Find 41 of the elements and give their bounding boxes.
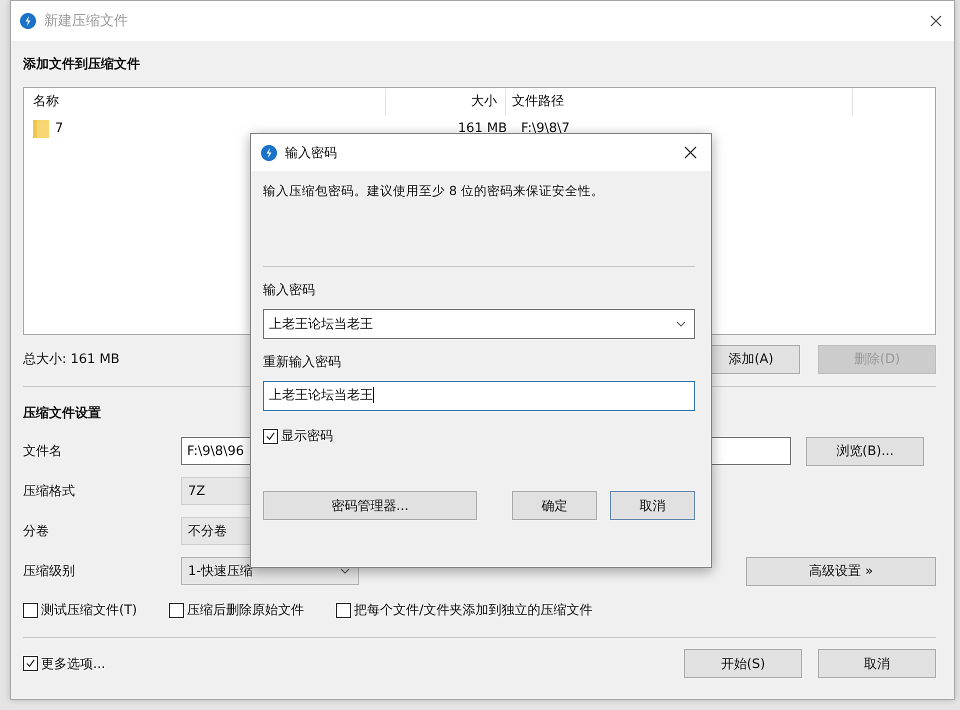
browse-button[interactable]: 浏览(B)... [806,436,924,466]
chevron-down-icon [340,568,350,574]
file-name[interactable]: 7 [55,120,64,136]
file-size: 161 MB [456,120,508,136]
password-manager-button[interactable]: 密码管理器... [263,491,477,520]
confirm-password-field[interactable]: 上老王论坛当老王 [263,381,695,411]
section-heading: 压缩文件设置 [23,404,102,422]
field-label: 文件名 [23,443,63,460]
dialog-button[interactable]: 取消 [610,491,695,520]
dialog-title: 输入密码 [285,144,337,162]
chevron-down-icon [676,321,686,327]
section-heading: 添加文件到压缩文件 [23,56,141,73]
window-title: 新建压缩文件 [44,12,128,30]
field-label: 分卷 [23,523,50,540]
field-label: 输入密码 [263,282,316,299]
folder-icon [33,118,49,138]
more-options-checkbox[interactable]: 更多选项... [23,654,106,672]
dialog-message: 输入压缩包密码。建议使用至少 8 位的密码来保证安全性。 [263,183,605,200]
option-checkbox[interactable]: 把每个文件/文件夹添加到独立的压缩文件 [336,601,592,619]
option-checkbox[interactable]: 压缩后删除原始文件 [169,601,304,619]
column-header[interactable]: 名称 [24,88,386,116]
show-password-checkbox[interactable]: 显示密码 [263,427,695,445]
app-logo-icon [261,144,277,160]
close-icon[interactable] [684,146,697,159]
dialog-button[interactable]: 开始(S) [684,649,802,678]
advanced-settings-button[interactable]: 高级设置 » [746,556,936,586]
dialog-button[interactable]: 确定 [512,491,597,520]
password-field[interactable]: 上老王论坛当老王 [263,309,695,339]
dialog-button[interactable]: 取消 [818,649,936,678]
option-checkbox[interactable]: 测试压缩文件(T) [23,601,138,619]
column-header[interactable]: 大小 [386,88,506,116]
file-path: F:\9\8\7 [520,120,571,136]
column-header[interactable]: 文件路径 [506,88,853,116]
checkmark-icon [265,430,276,442]
checkmark-icon [25,658,36,669]
field-label: 压缩级别 [23,563,76,580]
total-size: 总大小: 161 MB [23,351,120,368]
close-icon[interactable] [930,15,942,27]
field-label: 重新输入密码 [263,354,342,371]
app-logo-icon [20,13,36,29]
field-label: 压缩格式 [23,483,76,500]
